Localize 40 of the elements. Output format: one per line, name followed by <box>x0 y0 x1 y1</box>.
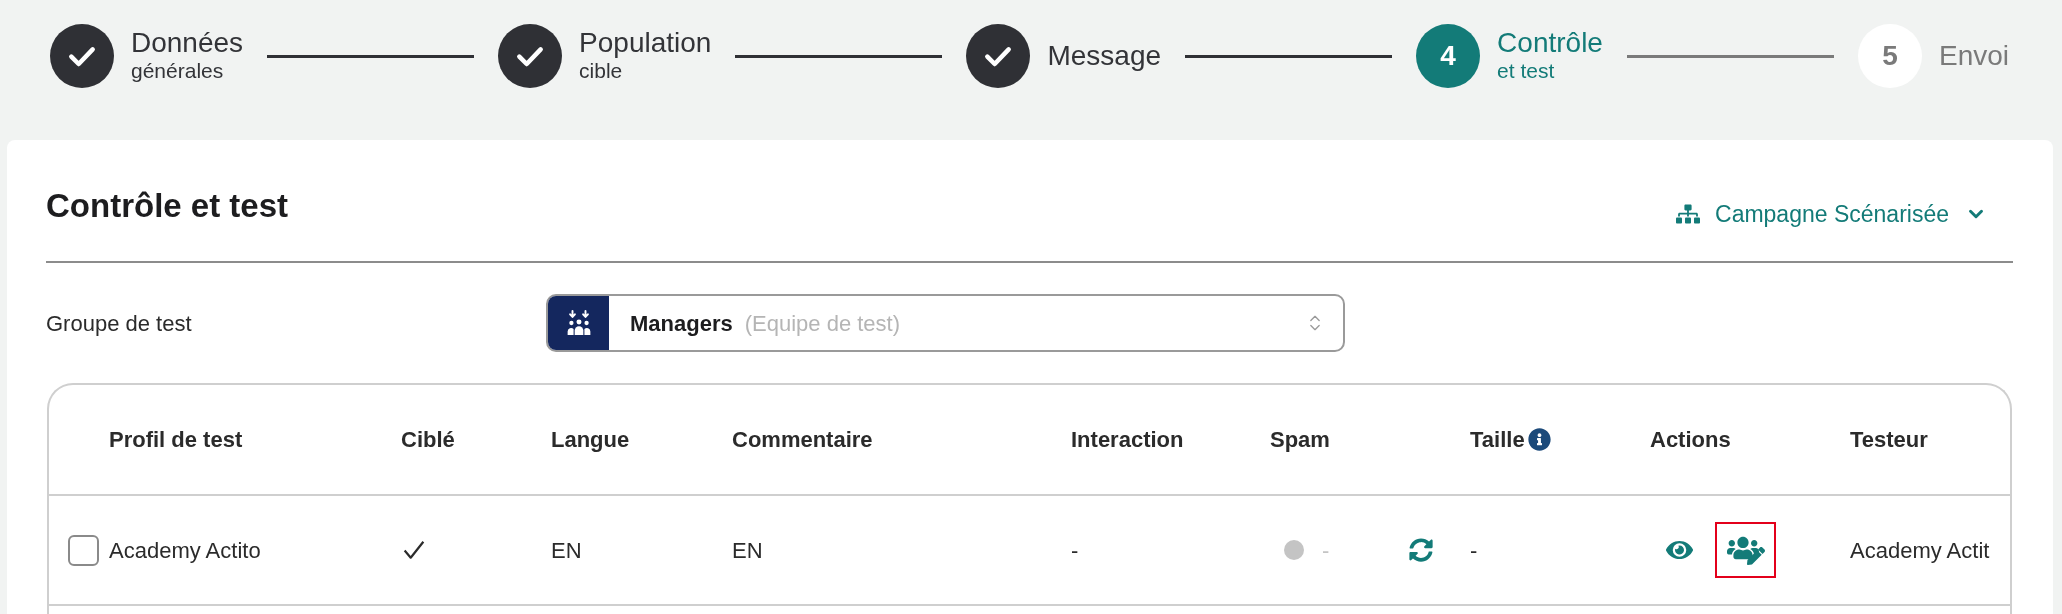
users-edit-icon <box>1726 535 1765 565</box>
test-group-select[interactable]: Managers (Equipe de test) <box>546 294 1345 352</box>
table-cell-text: EN <box>732 536 763 565</box>
column-header: Ciblé <box>401 426 455 454</box>
table-cell-text: - <box>1470 536 1478 565</box>
column-header: Commentaire <box>732 426 873 454</box>
page-title: Contrôle et test <box>46 188 289 224</box>
column-header: Interaction <box>1071 426 1184 454</box>
edit-testers-button[interactable] <box>1715 522 1776 578</box>
column-header: Langue <box>551 426 630 454</box>
group-download-icon <box>565 310 592 336</box>
step-label: Envoi <box>1938 41 2009 71</box>
step-number: 4 <box>1416 24 1481 88</box>
column-header: Testeur <box>1850 426 1928 454</box>
step-label: Population <box>579 28 712 58</box>
refresh-button[interactable] <box>1409 538 1434 562</box>
eye-icon <box>1666 538 1693 562</box>
campaign-type-dropdown[interactable]: Campagne Scénarisée <box>1676 198 1987 230</box>
refresh-icon <box>1409 538 1434 562</box>
column-header: Taille <box>1470 426 1525 454</box>
sitemap-icon <box>1676 203 1700 225</box>
table-cell-text: - <box>1071 536 1079 565</box>
column-header: Spam <box>1270 426 1330 454</box>
step-sublabel: générales <box>131 58 225 84</box>
step-label: Contrôle <box>1497 28 1603 58</box>
field-label: Groupe de test <box>46 309 193 338</box>
table-cell-text: Academy Actit <box>1850 536 1990 565</box>
column-header: Profil de test <box>109 426 243 454</box>
step-sublabel: et test <box>1497 58 1556 84</box>
select-value: Managers <box>630 309 733 338</box>
spam-score: - <box>1322 536 1330 565</box>
row-checkbox[interactable] <box>68 534 99 566</box>
step-number: 5 <box>1857 24 1922 88</box>
step-label: Message <box>1047 41 1162 71</box>
step-sublabel: cible <box>579 58 624 84</box>
select-detail: (Equipe de test) <box>744 309 901 338</box>
table-cell-text: EN <box>551 536 582 565</box>
column-header: Actions <box>1650 426 1731 454</box>
step-label: Données <box>131 28 244 58</box>
table-cell-text: Academy Actito <box>109 536 261 565</box>
